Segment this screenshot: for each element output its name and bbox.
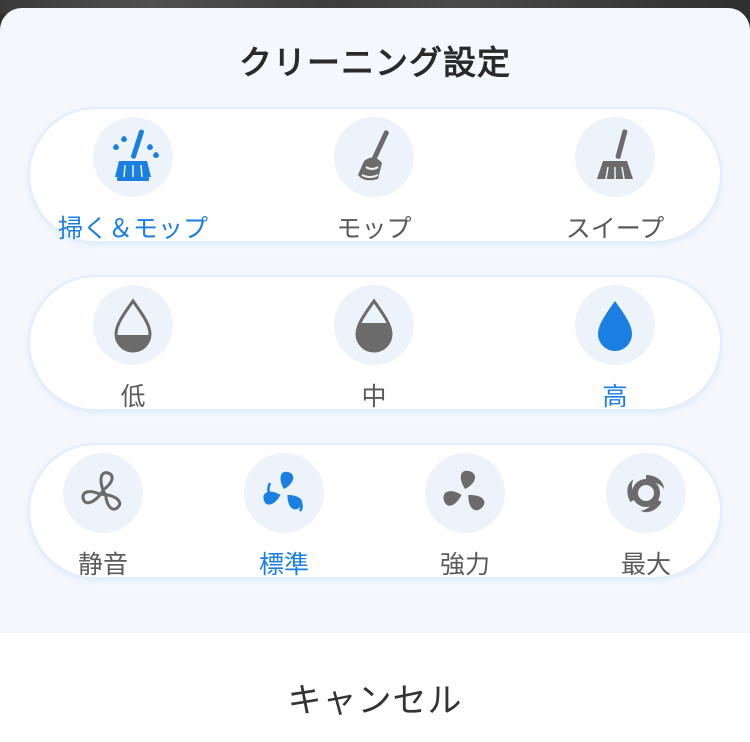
water-drop-low-icon-circle bbox=[93, 285, 173, 365]
footer-bar: キャンセル bbox=[0, 633, 750, 742]
water-drop-medium-icon-circle bbox=[334, 285, 414, 365]
suction-label-strong: 強力 bbox=[439, 550, 490, 579]
suction-option-standard[interactable]: 標準 bbox=[204, 453, 364, 579]
water-level-group: 低 中 高 bbox=[30, 277, 720, 411]
fan-quiet-icon-circle bbox=[63, 453, 143, 533]
broom-icon-circle bbox=[575, 117, 655, 197]
fan-strong-icon-circle bbox=[425, 453, 505, 533]
cleaning-mode-group: 掃く＆モップ モップ スイープ bbox=[30, 109, 720, 243]
fan-standard-icon bbox=[263, 471, 303, 512]
fan-strong-icon bbox=[443, 470, 485, 511]
broom-icon bbox=[597, 129, 633, 180]
water-label-low: 低 bbox=[120, 382, 146, 411]
water-option-low[interactable]: 低 bbox=[53, 285, 213, 411]
mode-option-sweep[interactable]: スイープ bbox=[535, 117, 695, 243]
fan-standard-icon-circle bbox=[244, 453, 324, 533]
water-drop-medium-icon bbox=[355, 298, 393, 353]
fan-max-icon bbox=[627, 475, 664, 513]
mode-option-mop[interactable]: モップ bbox=[294, 117, 454, 243]
suction-label-max: 最大 bbox=[620, 550, 671, 579]
suction-power-group: 静音 標準 強力 最大 bbox=[30, 445, 720, 579]
sheet-title: クリーニング設定 bbox=[239, 43, 511, 82]
suction-label-standard: 標準 bbox=[258, 550, 309, 579]
cancel-button[interactable]: キャンセル bbox=[0, 673, 750, 722]
mop-icon-circle bbox=[334, 117, 414, 197]
sweep-mop-icon bbox=[113, 129, 159, 181]
mode-label-mop: モップ bbox=[336, 214, 412, 243]
fan-max-icon-circle bbox=[606, 453, 686, 533]
fan-quiet-icon bbox=[81, 471, 122, 511]
water-drop-high-icon bbox=[598, 301, 632, 351]
water-option-medium[interactable]: 中 bbox=[294, 285, 454, 411]
mode-label-sweep-mop: 掃く＆モップ bbox=[57, 214, 208, 243]
mop-icon bbox=[358, 130, 389, 181]
water-label-high: 高 bbox=[602, 382, 628, 411]
suction-option-strong[interactable]: 強力 bbox=[385, 453, 545, 579]
water-label-medium: 中 bbox=[361, 382, 387, 411]
mode-label-sweep: スイープ bbox=[565, 214, 665, 243]
cleaning-settings-sheet: クリーニング設定 掃く＆モップ モップ スイープ 低 中 高 静音 標準 強力 … bbox=[0, 8, 750, 742]
mode-option-sweep-mop[interactable]: 掃く＆モップ bbox=[53, 117, 213, 243]
suction-option-quiet[interactable]: 静音 bbox=[23, 453, 183, 579]
suction-option-max[interactable]: 最大 bbox=[566, 453, 726, 579]
water-drop-low-icon bbox=[114, 298, 152, 353]
water-option-high[interactable]: 高 bbox=[535, 285, 695, 411]
water-drop-high-icon-circle bbox=[575, 285, 655, 365]
sweep-mop-icon-circle bbox=[93, 117, 173, 197]
suction-label-quiet: 静音 bbox=[77, 550, 128, 579]
